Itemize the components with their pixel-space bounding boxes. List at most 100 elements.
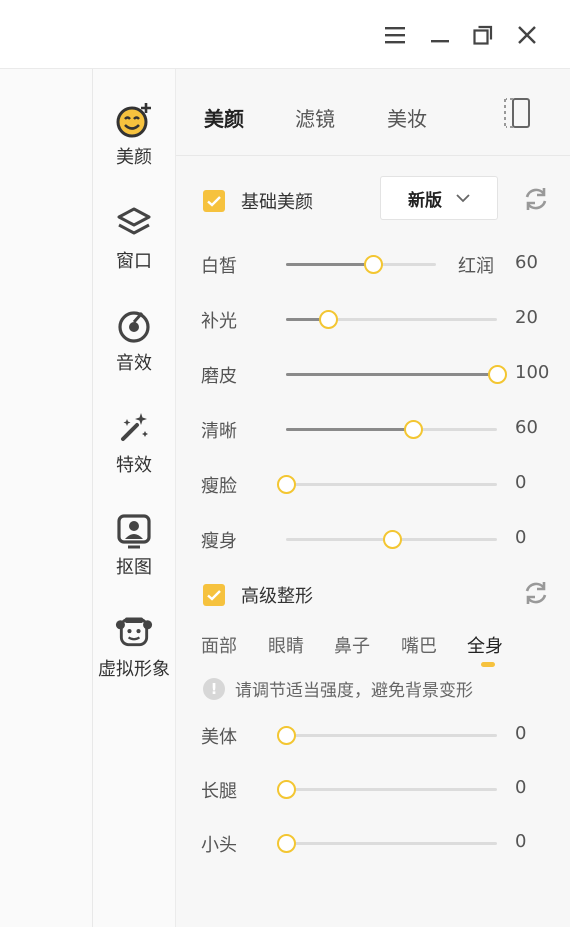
basic-beauty-section: 基础美颜 (203, 186, 313, 216)
tab-beauty[interactable]: 美颜 (204, 103, 244, 132)
slider-track[interactable] (286, 420, 497, 439)
slider-row: 瘦身 0 (176, 524, 570, 554)
slider-label: 美体 (201, 727, 237, 748)
slider-fill (286, 263, 373, 266)
advanced-shaping-checkbox[interactable] (203, 584, 225, 606)
sidebar-item-avatar[interactable]: 虚拟形象 (93, 613, 175, 681)
slider-track[interactable] (286, 530, 497, 549)
music-disc-icon (115, 307, 153, 345)
slider-value: 60 (515, 417, 538, 438)
slider-thumb[interactable] (382, 530, 402, 549)
slider-value: 0 (515, 777, 527, 798)
sidebar-item-sound[interactable]: 音效 (93, 307, 175, 375)
advanced-shaping-section: 高级整形 (203, 580, 313, 610)
slider-track[interactable] (286, 255, 436, 274)
slider-thumb[interactable] (364, 255, 383, 274)
slider-thumb[interactable] (488, 365, 507, 384)
slider-track[interactable] (277, 726, 497, 745)
layers-icon (115, 205, 153, 243)
close-icon[interactable] (510, 18, 544, 52)
hint-message: ! 请调节适当强度，避免背景变形 (203, 676, 473, 701)
sidebar-item-label: 音效 (116, 353, 152, 374)
reset-advanced-icon[interactable] (522, 579, 550, 607)
subtab-nose[interactable]: 鼻子 (334, 632, 370, 658)
slider-track[interactable] (277, 780, 497, 799)
sidebar-item-label: 窗口 (116, 251, 152, 272)
slider-label: 小头 (201, 835, 237, 856)
slider-fill (286, 373, 497, 376)
slider-thumb[interactable] (277, 726, 296, 745)
slider-track[interactable] (277, 475, 497, 494)
sidebar-item-cutout[interactable]: 抠图 (93, 511, 175, 579)
slider-thumb[interactable] (403, 420, 423, 439)
tab-makeup[interactable]: 美妆 (387, 103, 427, 132)
slider-fill (286, 428, 413, 431)
slider-thumb[interactable] (277, 780, 296, 799)
slider-track[interactable] (277, 834, 497, 853)
slider-value: 0 (515, 527, 527, 548)
slider-track[interactable] (286, 365, 507, 384)
slider-label: 瘦脸 (201, 476, 237, 497)
slider-label: 长腿 (201, 781, 237, 802)
slider-label: 清晰 (201, 421, 237, 442)
sidebar-item-effects[interactable]: 特效 (93, 409, 175, 477)
slider-row: 小头 0 (176, 828, 570, 858)
sidebar-item-label: 虚拟形象 (98, 659, 170, 680)
chevron-down-icon (456, 193, 470, 202)
slider-row: 磨皮 100 (176, 359, 570, 389)
basic-beauty-checkbox[interactable] (203, 190, 225, 212)
sidebar-item-label: 美颜 (116, 147, 152, 168)
slider-row: 长腿 0 (176, 774, 570, 804)
beauty-face-icon (115, 101, 153, 139)
slider-thumb[interactable] (277, 475, 296, 494)
sidebar-item-beauty[interactable]: 美颜 (93, 101, 175, 169)
restore-icon[interactable] (466, 18, 500, 52)
magic-wand-icon (115, 409, 153, 447)
slider-right-label: 红润 (458, 256, 494, 277)
slider-label: 磨皮 (201, 366, 237, 387)
info-icon: ! (203, 677, 225, 700)
slider-label: 补光 (201, 311, 237, 332)
slider-label: 白皙 (201, 256, 237, 277)
slider-row: 补光 20 (176, 304, 570, 334)
slider-value: 0 (515, 472, 527, 493)
version-value: 新版 (408, 190, 442, 211)
active-subtab-indicator (481, 662, 495, 667)
sidebar-item-label: 抠图 (116, 557, 152, 578)
slider-value: 20 (515, 307, 538, 328)
hint-text: 请调节适当强度，避免背景变形 (235, 681, 473, 701)
subtab-face[interactable]: 面部 (201, 632, 237, 658)
slider-value: 60 (515, 252, 538, 273)
slider-thumb[interactable] (319, 310, 339, 329)
slider-label: 瘦身 (201, 531, 237, 552)
portrait-cutout-icon (115, 511, 153, 549)
slider-row: 白皙 红润 60 (176, 249, 570, 279)
title-bar (0, 0, 570, 68)
reset-basic-icon[interactable] (522, 185, 550, 213)
left-blank-panel (0, 69, 93, 927)
hamburger-icon[interactable] (378, 18, 412, 52)
slider-value: 100 (515, 362, 550, 383)
subtab-mouth[interactable]: 嘴巴 (401, 632, 437, 658)
sidebar: 美颜 窗口 音效 特效 抠图 虚拟形象 (93, 69, 176, 927)
minimize-icon[interactable] (423, 18, 457, 52)
slider-row: 清晰 60 (176, 414, 570, 444)
subtab-eyes[interactable]: 眼睛 (268, 632, 304, 658)
sidebar-item-label: 特效 (116, 455, 152, 476)
basic-beauty-label: 基础美颜 (241, 192, 313, 213)
slider-track[interactable] (286, 310, 497, 329)
version-dropdown[interactable]: 新版 (380, 176, 498, 220)
beauty-panel: 美颜 滤镜 美妆 基础美颜 新版 白皙 红润 60 补光 20 磨皮 100 清晰 60 瘦脸 0 瘦… (176, 69, 570, 927)
advanced-shaping-label: 高级整形 (241, 586, 313, 607)
avatar-icon (115, 613, 153, 651)
slider-value: 0 (515, 831, 527, 852)
slider-row: 美体 0 (176, 720, 570, 750)
slider-thumb[interactable] (277, 834, 296, 853)
subtab-full-body[interactable]: 全身 (467, 632, 503, 658)
slider-row: 瘦脸 0 (176, 469, 570, 499)
tab-filter[interactable]: 滤镜 (295, 103, 335, 132)
slider-value: 0 (515, 723, 527, 744)
tab-bar: 美颜 滤镜 美妆 (176, 69, 570, 156)
compare-split-icon[interactable] (501, 95, 535, 131)
sidebar-item-window[interactable]: 窗口 (93, 205, 175, 273)
